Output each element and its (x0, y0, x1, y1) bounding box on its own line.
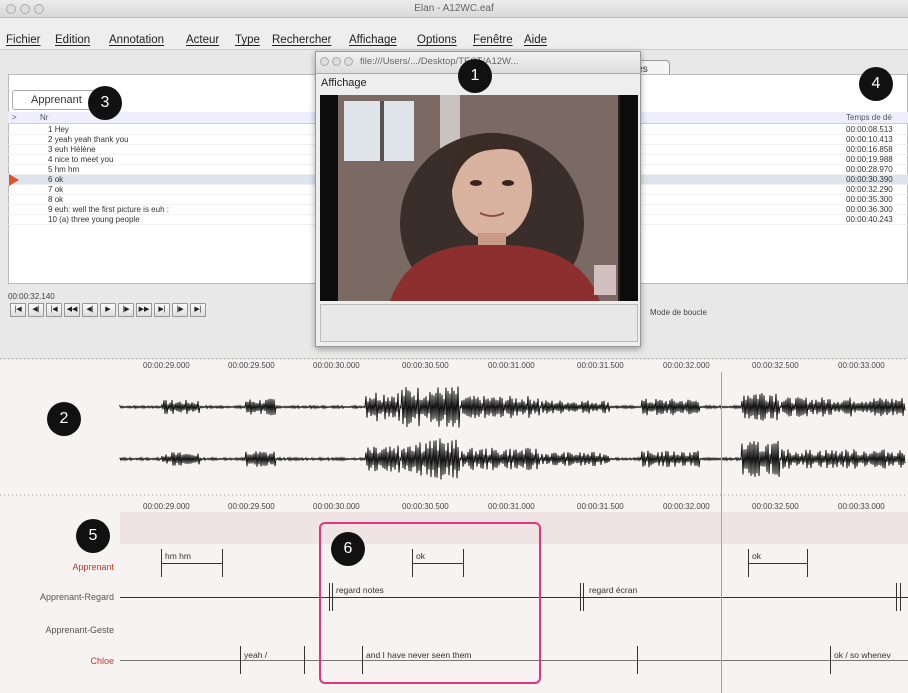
annotation-boundary (830, 646, 831, 674)
video-image (320, 95, 638, 301)
callout-3: 3 (88, 86, 122, 120)
annotation-boundary (580, 583, 581, 611)
annotation-boundary (222, 549, 223, 577)
annotation-span (161, 563, 222, 564)
ruler-tick-label: 00:00:31.500 (577, 361, 624, 370)
waveform-svg (0, 359, 908, 496)
current-time: 00:00:32.140 (8, 292, 55, 301)
ruler-tick-label: 00:00:30.500 (402, 502, 449, 511)
highlight-box (319, 522, 541, 684)
video-frame (320, 95, 638, 301)
ruler-tick-label: 00:00:31.500 (577, 502, 624, 511)
ruler-tick-label: 00:00:33.000 (838, 502, 885, 511)
ruler-tick-label: 00:00:29.000 (143, 502, 190, 511)
ruler-tick-label: 00:00:29.000 (143, 361, 190, 370)
annotation-boundary (637, 646, 638, 674)
video-bottom-bar (320, 304, 638, 342)
menu-rechercher[interactable]: Rechercher (272, 34, 331, 46)
callout-1: 1 (458, 59, 492, 93)
annotation-boundary (807, 549, 808, 577)
tier-label-apprenant[interactable]: Apprenant (72, 562, 114, 572)
play-marker-icon (9, 174, 19, 186)
waveform-channel-1 (119, 386, 906, 428)
menu-annotation[interactable]: Annotation (109, 34, 164, 46)
menu-affichage[interactable]: Affichage (349, 34, 397, 46)
menu-fenetre[interactable]: Fenêtre (473, 34, 513, 46)
ruler-tick-label: 00:00:30.000 (313, 502, 360, 511)
annotation-regard-ecran[interactable]: regard écran (589, 585, 637, 595)
previous-frame-button[interactable]: ◀| (28, 303, 44, 317)
annotation-boundary (900, 583, 901, 611)
annotation-ok[interactable]: ok (752, 551, 761, 561)
col-nr: Nr (40, 113, 49, 122)
video-zoom-button[interactable] (344, 57, 353, 66)
annotation-hm-hm[interactable]: hm hm (165, 551, 191, 561)
play-button[interactable]: ▶ (100, 303, 116, 317)
crosshair-cursor[interactable] (721, 372, 722, 693)
window-titlebar: Elan - A12WC.eaf (0, 0, 908, 18)
menu-fichier[interactable]: Fichier (6, 34, 41, 46)
annotation-boundary (896, 583, 897, 611)
ruler-tick-label: 00:00:32.000 (663, 502, 710, 511)
annotation-boundary (583, 583, 584, 611)
ruler-tick-label: 00:00:32.500 (752, 502, 799, 511)
waveform-panel[interactable]: 00:00:29.000 00:00:29.500 00:00:30.000 0… (0, 358, 908, 498)
step-back-ms-button[interactable]: ◀| (82, 303, 98, 317)
tier-label-apprenant-geste[interactable]: Apprenant-Geste (45, 625, 114, 635)
ruler-tick-label: 00:00:31.000 (488, 361, 535, 370)
ruler-tick-label: 00:00:30.000 (313, 361, 360, 370)
ruler-tick-label: 00:00:29.500 (228, 361, 275, 370)
next-frame-button[interactable]: |▶ (172, 303, 188, 317)
ruler-tick-label: 00:00:31.000 (488, 502, 535, 511)
menu-acteur[interactable]: Acteur (186, 34, 219, 46)
menu-edition[interactable]: Edition (55, 34, 90, 46)
annotation-boundary (304, 646, 305, 674)
annotation-so-whenever[interactable]: ok / so whenev (834, 650, 891, 660)
waveform-channel-2 (119, 438, 906, 480)
menu-type[interactable]: Type (235, 34, 260, 46)
col-time: Temps de dé (846, 113, 892, 122)
callout-4: 4 (859, 67, 893, 101)
callout-5: 5 (76, 519, 110, 553)
callout-2: 2 (47, 402, 81, 436)
go-to-start-button[interactable]: |◀ (10, 303, 26, 317)
fast-forward-button[interactable]: ▶▶ (136, 303, 152, 317)
ruler-tick-label: 00:00:29.500 (228, 502, 275, 511)
annotation-span (748, 563, 807, 564)
menu-options[interactable]: Options (417, 34, 457, 46)
go-to-end-button[interactable]: ▶| (190, 303, 206, 317)
step-forward-button[interactable]: ▶| (154, 303, 170, 317)
menu-bar: Fichier Edition Annotation Acteur Type R… (0, 18, 908, 50)
tier-label-chloe[interactable]: Chloe (90, 656, 114, 666)
video-path: file:///Users/.../Desktop/TEST/A12W... (360, 56, 519, 67)
rewind-button[interactable]: ◀◀ (64, 303, 80, 317)
ruler-tick-label: 00:00:32.500 (752, 361, 799, 370)
ruler-tick-label: 00:00:32.000 (663, 361, 710, 370)
menu-aide[interactable]: Aide (524, 34, 547, 46)
video-player-window[interactable]: file:///Users/.../Desktop/TEST/A12W... A… (315, 51, 641, 347)
tier-label-apprenant-regard[interactable]: Apprenant-Regard (40, 592, 114, 602)
loop-mode-label[interactable]: Mode de boucle (650, 308, 707, 317)
step-forward-ms-button[interactable]: |▶ (118, 303, 134, 317)
video-close-button[interactable] (320, 57, 329, 66)
annotation-yeah[interactable]: yeah / (244, 650, 267, 660)
ruler-tick-label: 00:00:33.000 (838, 361, 885, 370)
step-back-button[interactable]: |◀ (46, 303, 62, 317)
sort-icon: > (12, 113, 17, 122)
video-label: Affichage (321, 77, 367, 89)
ruler-tick-label: 00:00:30.500 (402, 361, 449, 370)
video-minimize-button[interactable] (332, 57, 341, 66)
window-title: Elan - A12WC.eaf (414, 3, 494, 14)
annotation-boundary (240, 646, 241, 674)
